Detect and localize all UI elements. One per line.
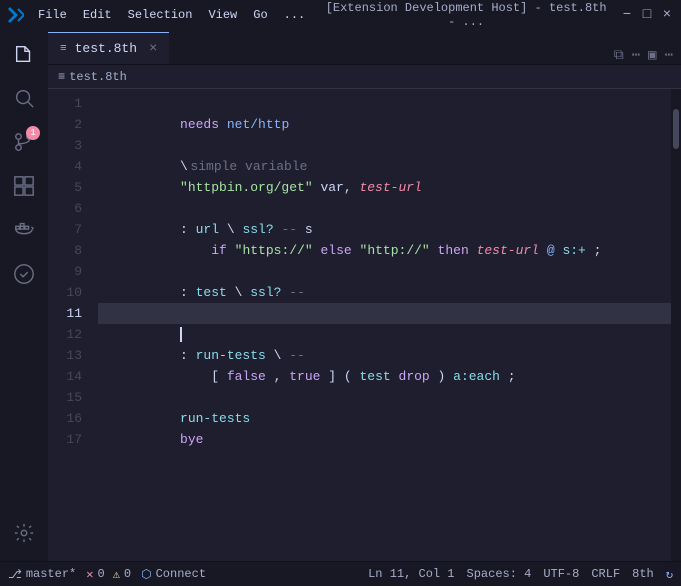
line-num-12: 12 bbox=[48, 324, 82, 345]
activity-docker-icon[interactable] bbox=[4, 210, 44, 250]
encoding-status[interactable]: UTF-8 bbox=[543, 567, 579, 581]
line-num-1: 1 bbox=[48, 93, 82, 114]
remote-status[interactable]: ⬡ Connect bbox=[141, 567, 206, 582]
title-bar: File Edit Selection View Go ... [Extensi… bbox=[0, 0, 681, 30]
spaces-label: Spaces: 4 bbox=[467, 567, 532, 581]
line-ending-label: CRLF bbox=[591, 567, 620, 581]
language-status[interactable]: 8th bbox=[632, 567, 654, 581]
breadcrumb-more-icon[interactable]: ⋯ bbox=[665, 47, 673, 64]
code-line-15: run-tests bbox=[98, 387, 671, 408]
tab-close-button[interactable]: × bbox=[149, 41, 157, 57]
window-controls: − □ × bbox=[621, 9, 673, 21]
activity-settings-icon[interactable] bbox=[4, 513, 44, 553]
indentation-status[interactable]: Spaces: 4 bbox=[467, 567, 532, 581]
line-num-13: 13 bbox=[48, 345, 82, 366]
errors-status[interactable]: ✕ 0 ⚠ 0 bbox=[86, 567, 131, 582]
tab-test8th[interactable]: ≡ test.8th × bbox=[48, 32, 169, 64]
error-count: 0 bbox=[97, 567, 104, 581]
sync-icon: ↻ bbox=[666, 567, 673, 582]
line-num-7: 7 bbox=[48, 219, 82, 240]
close-button[interactable]: × bbox=[661, 9, 673, 21]
breadcrumb-filename[interactable]: test.8th bbox=[69, 70, 127, 84]
line-num-5: 5 bbox=[48, 177, 82, 198]
line-num-6: 6 bbox=[48, 198, 82, 219]
menu-view[interactable]: View bbox=[202, 6, 243, 24]
branch-name: master* bbox=[26, 567, 76, 581]
error-icon: ✕ bbox=[86, 567, 93, 582]
warning-count: 0 bbox=[124, 567, 131, 581]
status-left: ⎇ master* ✕ 0 ⚠ 0 ⬡ Connect bbox=[8, 567, 206, 582]
app-icon bbox=[8, 7, 24, 23]
code-line-3: \ simple variable bbox=[98, 135, 671, 156]
line-ending-status[interactable]: CRLF bbox=[591, 567, 620, 581]
menu-edit[interactable]: Edit bbox=[77, 6, 118, 24]
warning-icon: ⚠ bbox=[113, 567, 120, 582]
maximize-button[interactable]: □ bbox=[641, 9, 653, 21]
remote-label: Connect bbox=[156, 567, 206, 581]
minimize-button[interactable]: − bbox=[621, 9, 633, 21]
branch-icon: ⎇ bbox=[8, 567, 22, 582]
code-line-9: : test \ ssl? -- bbox=[98, 261, 671, 282]
encoding-label: UTF-8 bbox=[543, 567, 579, 581]
menu-selection[interactable]: Selection bbox=[122, 6, 199, 24]
tab-actions: ⧉ ⋯ ▣ ⋯ bbox=[614, 47, 681, 64]
sync-status[interactable]: ↻ bbox=[666, 567, 673, 582]
activity-search-icon[interactable] bbox=[4, 78, 44, 118]
scrollbar-thumb[interactable] bbox=[673, 109, 679, 149]
breadcrumb-icon: ≡ bbox=[58, 70, 65, 84]
window-title: [Extension Development Host] - test.8th … bbox=[319, 1, 613, 29]
line-num-9: 9 bbox=[48, 261, 82, 282]
line-num-4: 4 bbox=[48, 156, 82, 177]
kw-needs: needs bbox=[180, 117, 219, 132]
line-num-11: 11 bbox=[48, 303, 82, 324]
editor-area: ≡ test.8th × ⧉ ⋯ ▣ ⋯ ≡ test.8th 1 2 3 4 bbox=[48, 30, 681, 561]
more-actions-icon[interactable]: ⋯ bbox=[632, 47, 640, 64]
code-line-1: needs net/http bbox=[98, 93, 671, 114]
split-editor-icon[interactable]: ⧉ bbox=[614, 48, 624, 64]
line-num-15: 15 bbox=[48, 387, 82, 408]
activity-wakatime-icon[interactable] bbox=[4, 254, 44, 294]
activity-source-control-icon[interactable]: 1 bbox=[4, 122, 44, 162]
activity-extensions-icon[interactable] bbox=[4, 166, 44, 206]
line-num-10: 10 bbox=[48, 282, 82, 303]
line-num-8: 8 bbox=[48, 240, 82, 261]
branch-status[interactable]: ⎇ master* bbox=[8, 567, 76, 582]
code-line-11 bbox=[98, 303, 671, 324]
line-num-14: 14 bbox=[48, 366, 82, 387]
code-line-6: : url \ ssl? -- s bbox=[98, 198, 671, 219]
panel-layout-icon[interactable]: ▣ bbox=[648, 47, 656, 64]
code-editor[interactable]: 1 2 3 4 5 6 7 8 9 10 11 12 13 14 15 16 1… bbox=[48, 89, 681, 561]
menu-bar: File Edit Selection View Go ... bbox=[32, 6, 311, 24]
breadcrumb: ≡ test.8th bbox=[48, 65, 681, 89]
menu-more[interactable]: ... bbox=[278, 6, 312, 24]
scrollbar-track[interactable] bbox=[671, 89, 681, 561]
status-bar: ⎇ master* ✕ 0 ⚠ 0 ⬡ Connect Ln 11, Col 1… bbox=[0, 561, 681, 586]
cursor-position[interactable]: Ln 11, Col 1 bbox=[368, 567, 454, 581]
menu-file[interactable]: File bbox=[32, 6, 73, 24]
main-layout: 1 bbox=[0, 30, 681, 561]
activity-bar: 1 bbox=[0, 30, 48, 561]
tab-filename: test.8th bbox=[75, 41, 137, 56]
position-label: Ln 11, Col 1 bbox=[368, 567, 454, 581]
tab-bar: ≡ test.8th × ⧉ ⋯ ▣ ⋯ bbox=[48, 30, 681, 65]
line-num-3: 3 bbox=[48, 135, 82, 156]
net-http: net/http bbox=[227, 117, 289, 132]
menu-go[interactable]: Go bbox=[247, 6, 273, 24]
language-label: 8th bbox=[632, 567, 654, 581]
activity-files-icon[interactable] bbox=[4, 34, 44, 74]
source-control-badge: 1 bbox=[26, 126, 40, 140]
remote-icon: ⬡ bbox=[141, 567, 151, 582]
line-numbers: 1 2 3 4 5 6 7 8 9 10 11 12 13 14 15 16 1… bbox=[48, 89, 98, 561]
status-right: Ln 11, Col 1 Spaces: 4 UTF-8 CRLF 8th ↻ bbox=[368, 567, 673, 582]
line-num-16: 16 bbox=[48, 408, 82, 429]
line-num-2: 2 bbox=[48, 114, 82, 135]
line-num-17: 17 bbox=[48, 429, 82, 450]
tab-file-icon: ≡ bbox=[60, 43, 67, 55]
code-content[interactable]: needs net/http \ simple variable "httpbi… bbox=[98, 89, 671, 561]
